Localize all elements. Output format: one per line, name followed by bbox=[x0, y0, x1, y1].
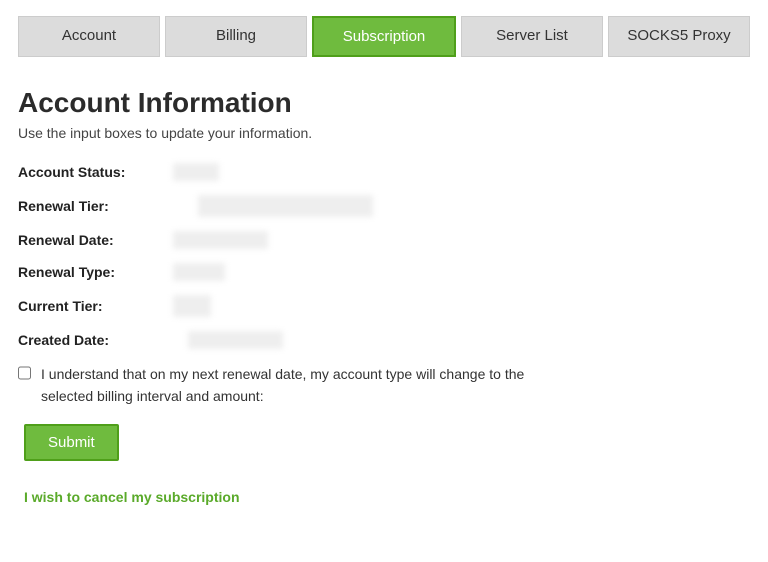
label-renewal-tier: Renewal Tier bbox=[18, 198, 104, 214]
value-account-status bbox=[173, 163, 219, 181]
tab-billing[interactable]: Billing bbox=[165, 16, 307, 57]
value-renewal-date bbox=[173, 231, 268, 249]
field-renewal-date: Renewal Date: bbox=[18, 231, 750, 249]
tab-server-list[interactable]: Server List bbox=[461, 16, 603, 57]
cancel-subscription-link[interactable]: I wish to cancel my subscription bbox=[24, 489, 240, 505]
consent-text: I understand that on my next renewal dat… bbox=[41, 363, 548, 408]
value-current-tier bbox=[173, 295, 211, 317]
field-account-status: Account Status: bbox=[18, 163, 750, 181]
label-current-tier: Current Tier bbox=[18, 298, 98, 314]
value-created-date bbox=[188, 331, 283, 349]
field-created-date: Created Date: bbox=[18, 331, 750, 349]
tab-subscription[interactable]: Subscription bbox=[312, 16, 456, 57]
tab-socks5-proxy[interactable]: SOCKS5 Proxy bbox=[608, 16, 750, 57]
field-renewal-tier: Renewal Tier: bbox=[18, 195, 750, 217]
label-renewal-date: Renewal Date bbox=[18, 232, 109, 248]
label-created-date: Created Date bbox=[18, 332, 104, 348]
value-renewal-type bbox=[173, 263, 225, 281]
page-title: Account Information bbox=[18, 87, 750, 119]
value-renewal-tier bbox=[198, 195, 373, 217]
tab-account[interactable]: Account bbox=[18, 16, 160, 57]
field-current-tier: Current Tier: bbox=[18, 295, 750, 317]
submit-button[interactable]: Submit bbox=[24, 424, 119, 461]
consent-checkbox[interactable] bbox=[18, 366, 31, 380]
page-subhead: Use the input boxes to update your infor… bbox=[18, 125, 750, 141]
label-account-status: Account Status bbox=[18, 164, 121, 180]
tabs-nav: Account Billing Subscription Server List… bbox=[18, 16, 750, 57]
label-renewal-type: Renewal Type bbox=[18, 264, 110, 280]
consent-row: I understand that on my next renewal dat… bbox=[18, 363, 548, 408]
field-renewal-type: Renewal Type: bbox=[18, 263, 750, 281]
